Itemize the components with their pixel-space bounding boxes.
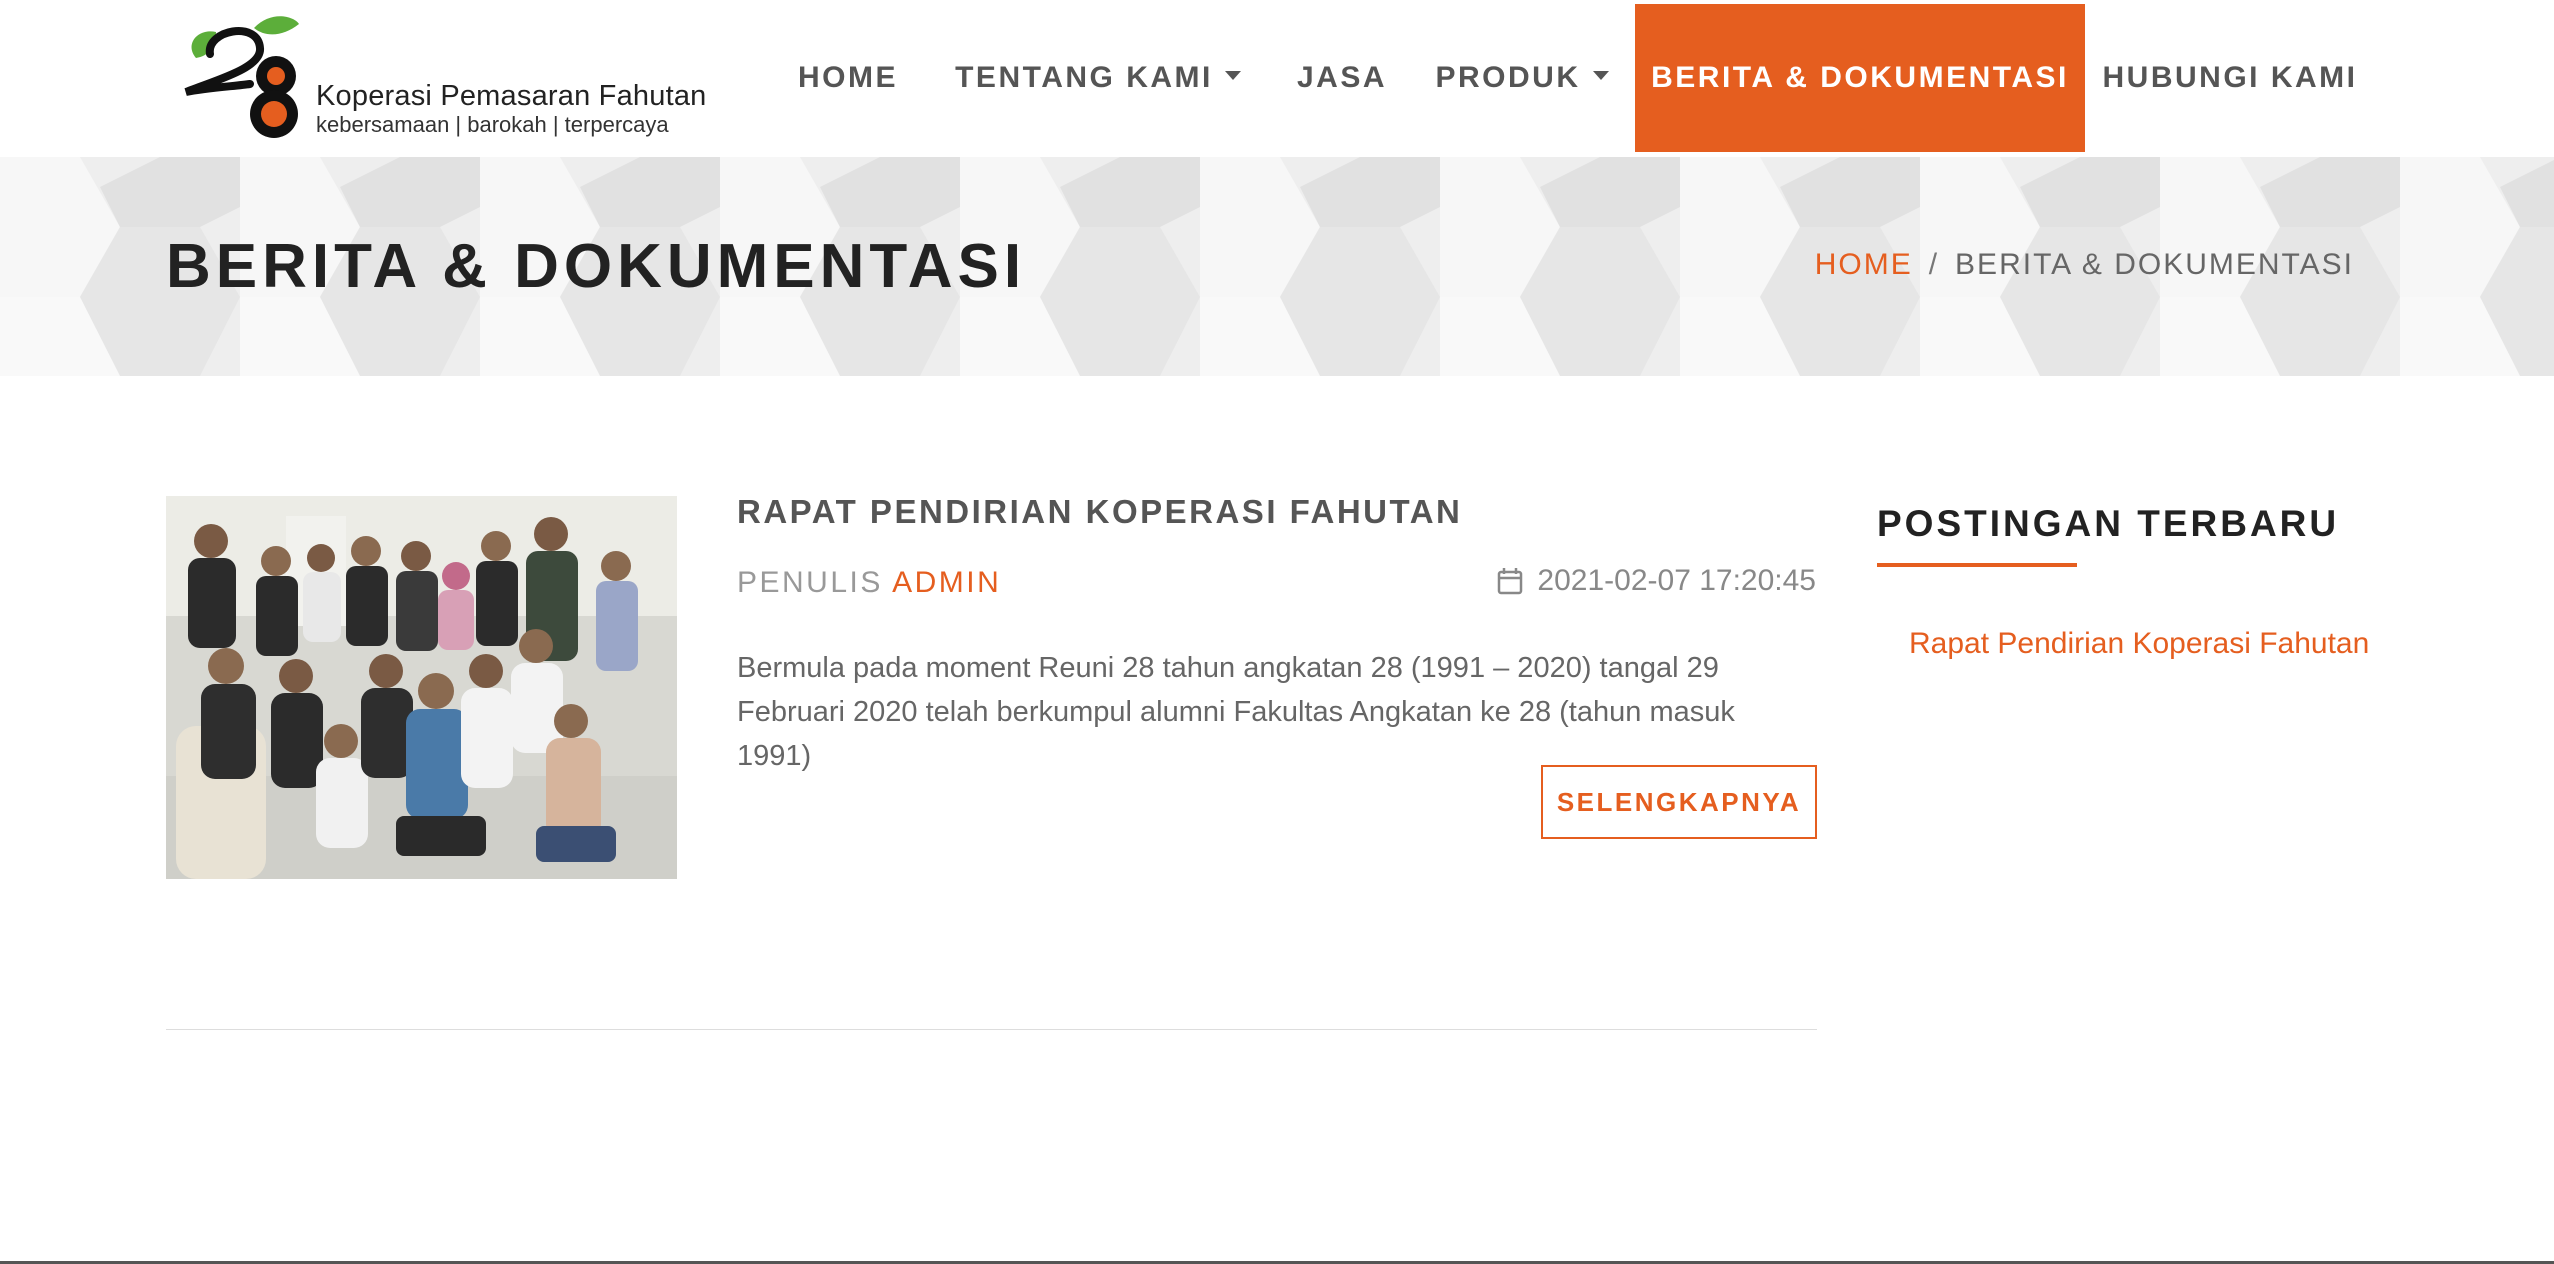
site-logo[interactable]: Koperasi Pemasaran Fahutan kebersamaan |… [176, 14, 716, 138]
breadcrumb: HOME / BERITA & DOKUMENTASI [1815, 248, 2354, 282]
sidebar-title-underline [1877, 563, 2077, 567]
logo-title: Koperasi Pemasaran Fahutan [316, 80, 707, 112]
sidebar-recent-post-link[interactable]: Rapat Pendirian Koperasi Fahutan [1909, 627, 2369, 661]
page-banner: BERITA & DOKUMENTASI HOME / BERITA & DOKUM… [0, 157, 2554, 376]
post-excerpt: Bermula pada moment Reuni 28 tahun angka… [737, 652, 1735, 772]
chevron-down-icon [1224, 70, 1241, 80]
nav-produk[interactable]: PRODUK [1432, 4, 1612, 152]
calendar-icon [1498, 568, 1523, 595]
nav-berita-dokumentasi-label: BERITA & DOKUMENTASI [1651, 61, 2069, 94]
breadcrumb-home-link[interactable]: HOME [1815, 248, 1913, 281]
sidebar-title: POSTINGAN TERBARU [1877, 503, 2340, 544]
read-more-label: SELENGKAPNYA [1556, 786, 1802, 817]
nav-tentang-kami-label: TENTANG KAMI [955, 61, 1213, 94]
author-name-link[interactable]: ADMIN [892, 566, 1001, 599]
nav-hubungi-kami-label: HUBUNGI KAMI [2102, 61, 2358, 94]
breadcrumb-separator: / [1928, 248, 1940, 281]
breadcrumb-current: BERITA & DOKUMENTASI [1955, 248, 2354, 281]
author-label: PENULIS [737, 566, 883, 599]
post-thumbnail[interactable] [166, 496, 677, 879]
nav-hubungi-kami[interactable]: HUBUNGI KAMI [2102, 4, 2358, 152]
logo-tagline: kebersamaan | barokah | terpercaya [316, 112, 669, 137]
post-date: 2021-02-07 17:20:45 [1497, 564, 1816, 598]
group-photo-icon [166, 496, 677, 879]
post-divider [166, 1029, 1817, 1030]
nav-jasa[interactable]: JASA [1284, 4, 1400, 152]
logo-mark-icon [184, 16, 299, 138]
read-more-button[interactable]: SELENGKAPNYA [1541, 765, 1817, 839]
nav-jasa-label: JASA [1296, 61, 1388, 94]
nav-berita-dokumentasi[interactable]: BERITA & DOKUMENTASI [1635, 4, 2085, 152]
nav-home[interactable]: HOME [784, 4, 912, 152]
nav-produk-label: PRODUK [1435, 61, 1581, 94]
chevron-down-icon [1592, 70, 1609, 80]
site-header: Koperasi Pemasaran Fahutan kebersamaan |… [0, 0, 2554, 157]
post-date-text: 2021-02-07 17:20:45 [1537, 564, 1816, 597]
post-title[interactable]: RAPAT PENDIRIAN KOPERASI FAHUTAN [737, 493, 1462, 531]
nav-home-label: HOME [798, 61, 898, 94]
post-author: PENULIS ADMIN [737, 566, 1001, 600]
nav-tentang-kami[interactable]: TENTANG KAMI [944, 4, 1252, 152]
page-title: BERITA & DOKUMENTASI [166, 232, 1027, 301]
